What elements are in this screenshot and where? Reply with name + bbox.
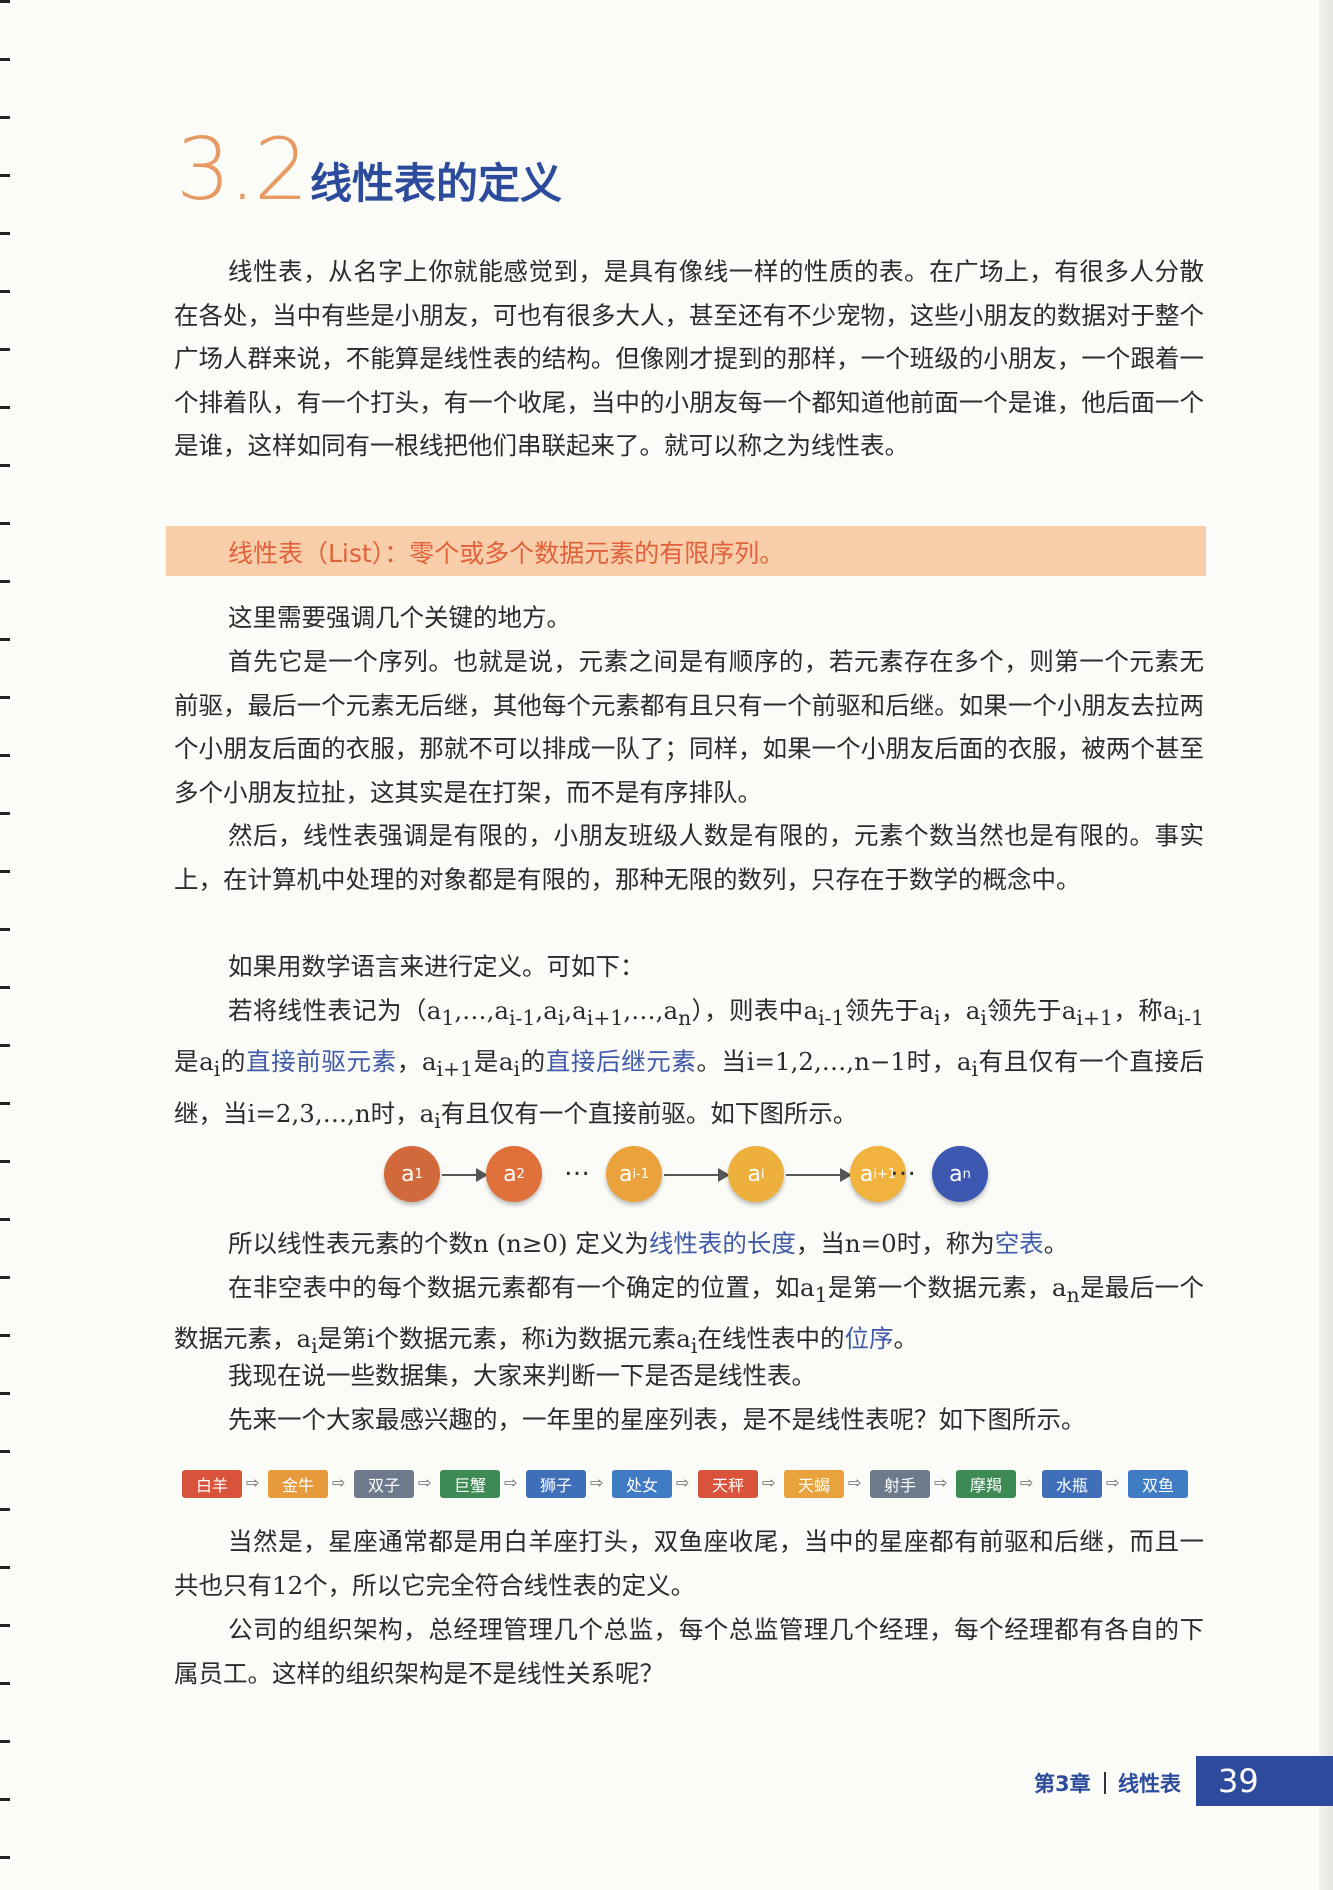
- arrow: [442, 1168, 488, 1182]
- arrow-icon: ⇨: [848, 1473, 862, 1492]
- paragraph-math-intro: 如果用数学语言来进行定义。可如下：: [228, 952, 645, 981]
- page-number: 39: [1196, 1756, 1333, 1806]
- paragraph-org-structure: 公司的组织架构，总经理管理几个总监，每个总监管理几个经理，每个经理都有各自的下属…: [174, 1615, 1204, 1688]
- ellipsis: …: [564, 1152, 590, 1182]
- paragraph-finite: 然后，线性表强调是有限的，小朋友班级人数是有限的，元素个数当然也是有限的。事实上…: [174, 821, 1204, 894]
- section-title: 线性表的定义: [310, 159, 563, 208]
- zodiac-aries: 白羊: [182, 1470, 242, 1498]
- arrow: [664, 1168, 730, 1182]
- binding-holes: [0, 0, 10, 1890]
- node-ai-1: a i-1: [606, 1146, 662, 1202]
- term-direct-successor: 直接后继元素: [545, 1047, 697, 1077]
- zodiac-taurus: 金牛: [268, 1470, 328, 1498]
- paragraph-zodiac-conclusion: 当然是，星座通常都是用白羊座打头，双鱼座收尾，当中的星座都有前驱和后继，而且一共…: [174, 1527, 1204, 1600]
- zodiac-leo: 狮子: [526, 1470, 586, 1498]
- arrow-icon: ⇨: [504, 1473, 518, 1492]
- paragraph-zodiac-intro: 先来一个大家最感兴趣的，一年里的星座列表，是不是线性表呢？如下图所示。: [228, 1405, 1086, 1434]
- zodiac-capricorn: 摩羯: [956, 1470, 1016, 1498]
- arrow-icon: ⇨: [676, 1473, 690, 1492]
- arrow-icon: ⇨: [246, 1473, 260, 1492]
- arrow-icon: ⇨: [1106, 1473, 1120, 1492]
- arrow-icon: ⇨: [934, 1473, 948, 1492]
- zodiac-aquarius: 水瓶: [1042, 1470, 1102, 1498]
- node-an: an: [932, 1146, 988, 1202]
- arrow-icon: ⇨: [332, 1473, 346, 1492]
- paragraph-emphasis: 这里需要强调几个关键的地方。: [228, 603, 571, 632]
- arrow: [786, 1168, 852, 1182]
- ellipsis: …: [890, 1152, 916, 1182]
- zodiac-gemini: 双子: [354, 1470, 414, 1498]
- page-edge: [1319, 0, 1333, 1890]
- zodiac-scorpio: 天蝎: [784, 1470, 844, 1498]
- zodiac-virgo: 处女: [612, 1470, 672, 1498]
- zodiac-cancer: 巨蟹: [440, 1470, 500, 1498]
- paragraph-math-definition: 若将线性表记为（a1,…,ai-1,ai,ai+1,…,an），则表中ai-1领…: [174, 996, 1205, 1133]
- term-length: 线性表的长度: [648, 1229, 796, 1258]
- paragraph-length: 所以线性表元素的个数n (n≥0) 定义为线性表的长度，当n=0时，称为空表。: [228, 1229, 1069, 1258]
- arrow-icon: ⇨: [590, 1473, 604, 1492]
- node-a1: a1: [384, 1146, 440, 1202]
- arrow-icon: ⇨: [1020, 1473, 1034, 1492]
- sequence-diagram: a1 a2 … a i-1 ai a i+1 … an: [384, 1146, 1004, 1206]
- footer-chapter: 第3章: [1034, 1772, 1091, 1796]
- paragraph-intro: 线性表，从名字上你就能感觉到，是具有像线一样的性质的表。在广场上，有很多人分散在…: [174, 257, 1204, 460]
- definition-callout: 线性表（List）：零个或多个数据元素的有限序列。: [166, 526, 1206, 576]
- term-empty-list: 空表: [994, 1229, 1044, 1258]
- arrow-icon: ⇨: [762, 1473, 776, 1492]
- arrow-icon: ⇨: [418, 1473, 432, 1492]
- section-number: 3.2: [176, 120, 309, 220]
- node-a2: a2: [486, 1146, 542, 1202]
- node-ai: ai: [728, 1146, 784, 1202]
- paragraph-judge: 我现在说一些数据集，大家来判断一下是否是线性表。: [228, 1361, 816, 1390]
- footer-chapter-title: 线性表: [1118, 1772, 1181, 1796]
- footer-separator: [1104, 1772, 1106, 1794]
- zodiac-pisces: 双鱼: [1128, 1470, 1188, 1498]
- paragraph-sequence: 首先它是一个序列。也就是说，元素之间是有顺序的，若元素存在多个，则第一个元素无前…: [174, 647, 1204, 807]
- definition-text: 线性表（List）：零个或多个数据元素的有限序列。: [228, 539, 785, 568]
- term-position: 位序: [844, 1324, 894, 1354]
- zodiac-sagittarius: 射手: [870, 1470, 930, 1498]
- zodiac-libra: 天秤: [698, 1470, 758, 1498]
- term-direct-predecessor: 直接前驱元素: [246, 1047, 397, 1077]
